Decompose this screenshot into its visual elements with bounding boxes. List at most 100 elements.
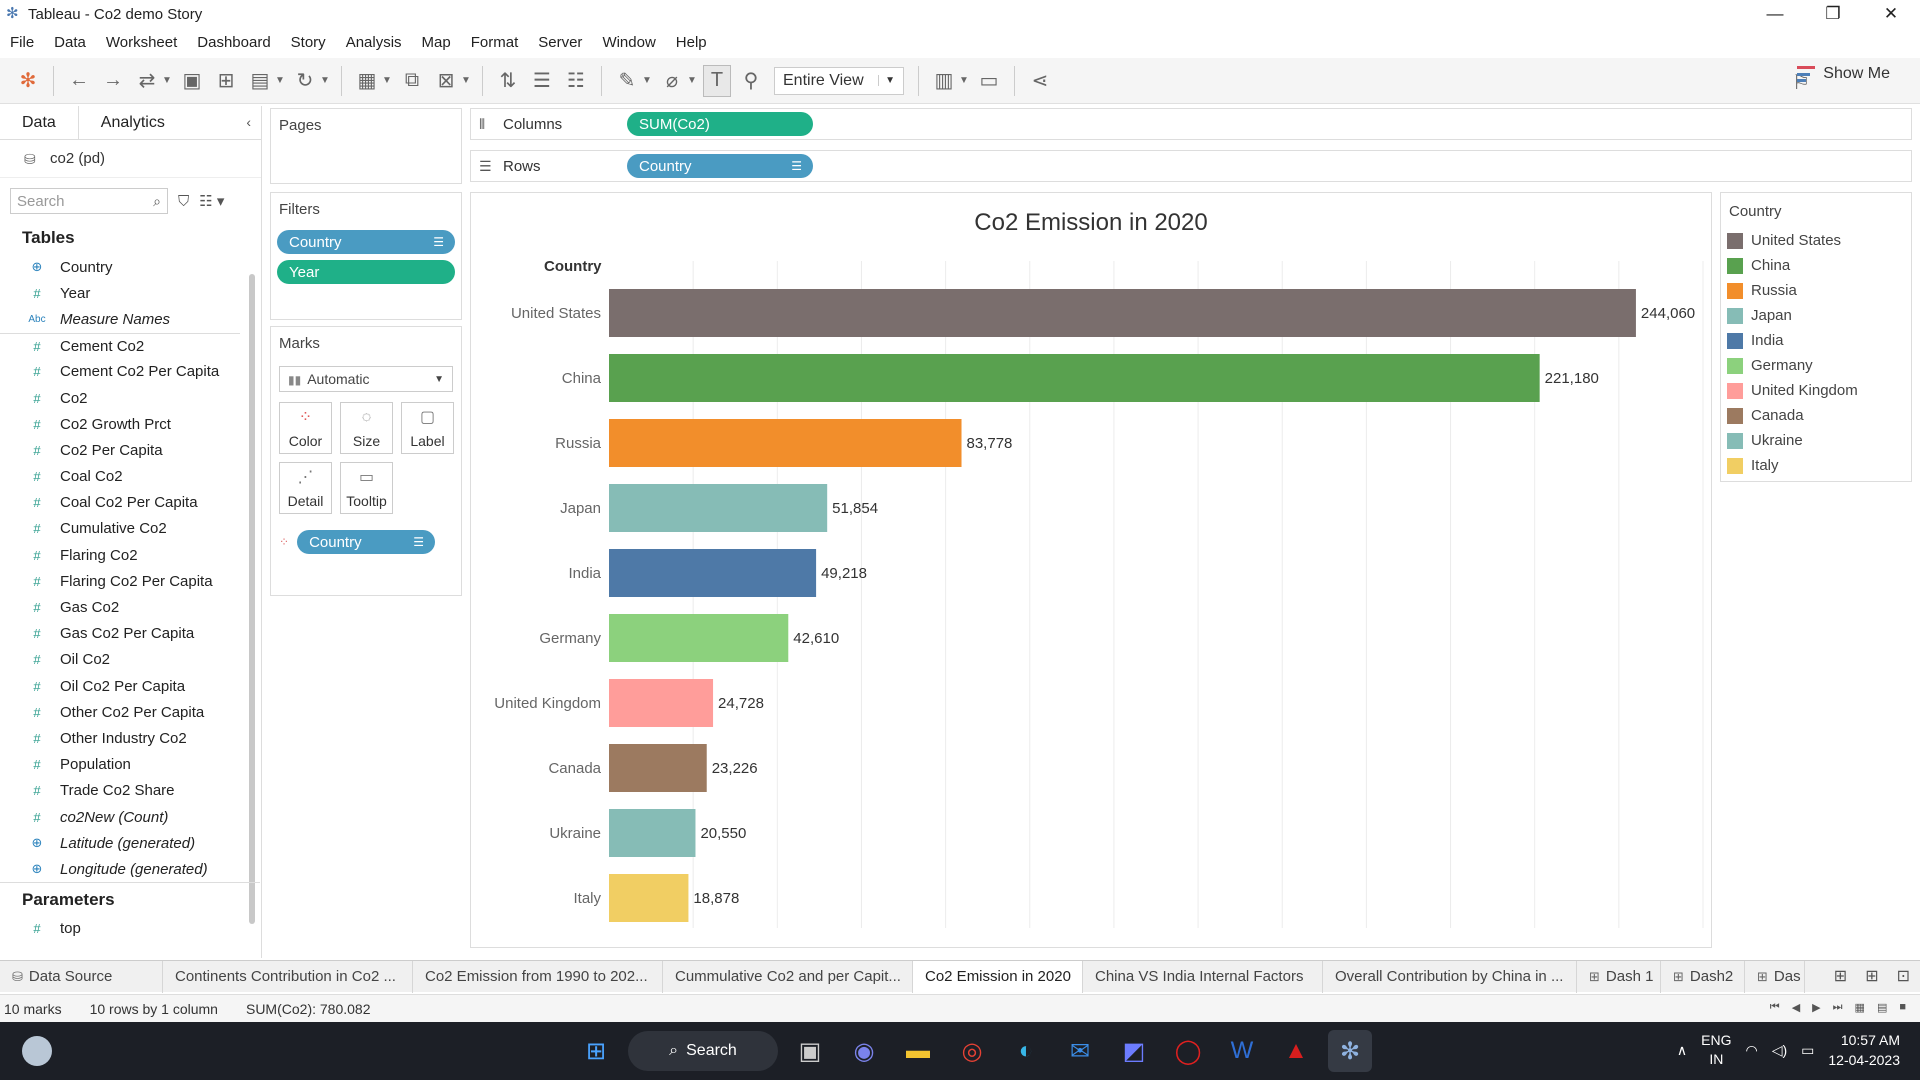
legend-item[interactable]: Japan <box>1721 303 1911 328</box>
legend-item[interactable]: India <box>1721 328 1911 353</box>
columns-shelf[interactable]: ⦀ Columns SUM(Co2) <box>470 108 1912 140</box>
restore-button[interactable]: ❐ <box>1804 0 1862 28</box>
sheet-tab[interactable]: ⊞ Das <box>1745 960 1805 993</box>
tooltip-card[interactable]: ▭ Tooltip <box>340 462 393 514</box>
sheet-tab[interactable]: ⛁ Data Source <box>0 960 163 993</box>
highlight-dropdown-icon[interactable]: ▼ <box>642 65 652 97</box>
field-item[interactable]: # Cement Co2 Per Capita <box>0 359 240 385</box>
bar[interactable] <box>609 679 714 727</box>
menu-story[interactable]: Story <box>281 34 336 51</box>
pages-shelf[interactable]: Pages <box>270 108 462 184</box>
legend-item[interactable]: China <box>1721 253 1911 278</box>
replay-icon[interactable]: ⇄ <box>133 65 161 97</box>
refresh-icon[interactable]: ↻ <box>291 65 319 97</box>
field-item[interactable]: ⊕ Latitude (generated) <box>0 830 240 856</box>
clear-sheet-icon[interactable]: ⊠ <box>432 65 460 97</box>
sort-descending-icon[interactable]: ☷ <box>562 65 590 97</box>
word-icon[interactable]: W <box>1220 1030 1264 1072</box>
legend-item[interactable]: Germany <box>1721 353 1911 378</box>
file-explorer-icon[interactable]: ▬ <box>896 1030 940 1072</box>
replay-dropdown-icon[interactable]: ▼ <box>162 65 172 97</box>
view-options-icon[interactable]: ☷ ▾ <box>199 192 224 210</box>
field-item[interactable]: # Coal Co2 <box>0 464 240 490</box>
volume-icon[interactable]: ◁) <box>1772 1042 1787 1059</box>
field-item[interactable]: # Population <box>0 752 240 778</box>
field-item[interactable]: # Year <box>0 280 240 306</box>
rows-pill-country[interactable]: Country ☰ <box>627 154 813 178</box>
last-sheet-icon[interactable]: ⏭ <box>1833 1001 1843 1014</box>
show-me-button[interactable]: Show Me <box>1797 65 1890 83</box>
minimize-button[interactable]: — <box>1746 0 1804 28</box>
legend-item[interactable]: United Kingdom <box>1721 378 1911 403</box>
field-item[interactable]: # Cement Co2 <box>0 332 240 359</box>
close-button[interactable]: ✕ <box>1862 0 1920 28</box>
refresh-dropdown-icon[interactable]: ▼ <box>320 65 330 97</box>
scrollbar[interactable] <box>249 274 255 924</box>
field-item[interactable]: # Flaring Co2 Per Capita <box>0 568 240 594</box>
mark-type-select[interactable]: ▮▮ Automatic ▼ <box>279 366 453 392</box>
menu-dashboard[interactable]: Dashboard <box>187 34 280 51</box>
clock[interactable]: 10:57 AM 12-04-2023 <box>1828 1030 1900 1070</box>
duplicate-sheet-icon[interactable]: ⧉ <box>398 65 426 97</box>
legend-item[interactable]: Russia <box>1721 278 1911 303</box>
filter-pill-country[interactable]: Country ☰ <box>277 230 455 254</box>
sorter-view-icon[interactable]: ▦ <box>1855 1001 1865 1014</box>
detail-card[interactable]: ⋰ Detail <box>279 462 332 514</box>
teams-icon[interactable]: ◉ <box>842 1030 886 1072</box>
bar[interactable] <box>609 809 696 857</box>
edge-icon[interactable]: ◐ <box>1004 1030 1048 1072</box>
taskbar-search[interactable]: ⌕ Search <box>628 1031 778 1071</box>
weather-icon[interactable] <box>22 1036 52 1066</box>
tab-analytics[interactable]: Analytics <box>79 106 187 140</box>
new-dashboard-tab-icon[interactable]: ⊞ <box>1865 966 1878 986</box>
redo-icon[interactable]: → <box>99 65 127 97</box>
swap-rows-columns-icon[interactable]: ⇅ <box>494 65 522 97</box>
bar[interactable] <box>609 354 1540 402</box>
field-item[interactable]: # Oil Co2 Per Capita <box>0 673 240 699</box>
wifi-icon[interactable]: ◠ <box>1745 1042 1757 1059</box>
sheet-tab[interactable]: Continents Contribution in Co2 ... <box>163 960 413 993</box>
field-item[interactable]: # Trade Co2 Share <box>0 778 240 804</box>
color-card[interactable]: ⁘ Color <box>279 402 332 454</box>
tabs-view-icon[interactable]: ■ <box>1899 1001 1906 1014</box>
chrome-icon[interactable]: ◎ <box>950 1030 994 1072</box>
show-cards-dropdown-icon[interactable]: ▼ <box>959 65 969 97</box>
prev-sheet-icon[interactable]: ◀ <box>1792 1001 1800 1014</box>
menu-file[interactable]: File <box>0 34 44 51</box>
menu-server[interactable]: Server <box>528 34 592 51</box>
save-icon[interactable]: ▣ <box>178 65 206 97</box>
menu-worksheet[interactable]: Worksheet <box>96 34 187 51</box>
marks-pill-country[interactable]: Country ☰ <box>297 530 436 554</box>
sheet-tab[interactable]: Co2 Emission from 1990 to 202... <box>413 960 663 993</box>
field-item[interactable]: ⊕ Longitude (generated) <box>0 856 240 882</box>
show-cards-icon[interactable]: ▥ <box>930 65 958 97</box>
sheet-tab[interactable]: China VS India Internal Factors <box>1083 960 1323 993</box>
pause-dropdown-icon[interactable]: ▼ <box>275 65 285 97</box>
field-item[interactable]: # Gas Co2 <box>0 594 240 620</box>
highlight-icon[interactable]: ✎ <box>613 65 641 97</box>
group-members-icon[interactable]: ⌀ <box>658 65 686 97</box>
menu-map[interactable]: Map <box>412 34 461 51</box>
next-sheet-icon[interactable]: ▶ <box>1812 1001 1820 1014</box>
label-card[interactable]: ▢ Label <box>401 402 454 454</box>
sheet-tab[interactable]: Overall Contribution by China in ... <box>1323 960 1577 993</box>
field-search-input[interactable]: Search ⌕ <box>10 188 168 214</box>
pause-updates-icon[interactable]: ▤ <box>246 65 274 97</box>
field-item[interactable]: # Co2 Growth Prct <box>0 411 240 437</box>
bar[interactable] <box>609 289 1636 337</box>
parameter-item[interactable]: # top <box>26 920 80 937</box>
menu-help[interactable]: Help <box>666 34 717 51</box>
first-sheet-icon[interactable]: ⏮ <box>1770 1001 1780 1014</box>
field-item[interactable]: # co2New (Count) <box>0 804 240 830</box>
tab-data[interactable]: Data <box>0 105 79 140</box>
collapse-pane-icon[interactable]: ‹ <box>246 114 251 130</box>
legend-item[interactable]: United States <box>1721 228 1911 253</box>
clear-dropdown-icon[interactable]: ▼ <box>461 65 471 97</box>
start-icon[interactable]: ⊞ <box>574 1030 618 1072</box>
undo-icon[interactable]: ← <box>65 65 93 97</box>
show-mark-labels-icon[interactable]: T <box>703 64 731 97</box>
field-item[interactable]: # Gas Co2 Per Capita <box>0 621 240 647</box>
filter-pill-year[interactable]: Year <box>277 260 455 284</box>
legend-item[interactable]: Canada <box>1721 403 1911 428</box>
field-item[interactable]: # Other Industry Co2 <box>0 725 240 751</box>
